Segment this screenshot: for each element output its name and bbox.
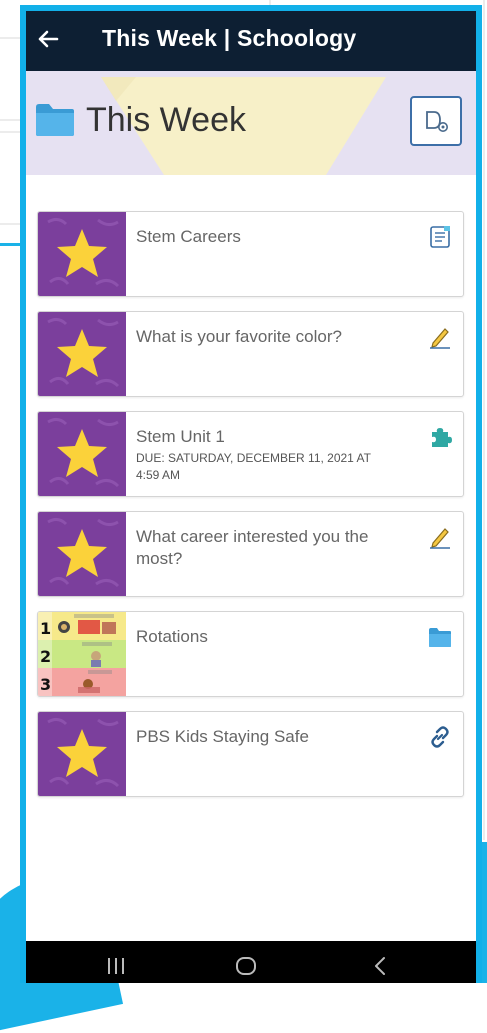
item-title[interactable]: Stem Careers <box>136 226 408 248</box>
recent-apps-icon[interactable] <box>106 957 126 975</box>
back-icon[interactable] <box>372 955 388 977</box>
folder-icon <box>429 628 451 647</box>
list-item[interactable]: Stem Unit 1 DUE: SATURDAY, DECEMBER 11, … <box>37 411 464 497</box>
back-arrow-icon[interactable] <box>36 27 60 51</box>
display-options-button[interactable] <box>410 96 462 146</box>
item-due-date: DUE: SATURDAY, DECEMBER 11, 2021 AT 4:59… <box>136 451 371 482</box>
list-item[interactable]: What career interested you the most? <box>37 511 464 597</box>
phone-screen: This Week | Schoology This Week Stem Car… <box>20 5 482 983</box>
item-title[interactable]: What is your favorite color? <box>136 326 408 348</box>
svg-text:3: 3 <box>40 675 51 694</box>
star-icon <box>47 217 120 288</box>
android-nav-bar <box>26 941 476 983</box>
list-item[interactable]: PBS Kids Staying Safe <box>37 711 464 797</box>
item-title[interactable]: Rotations <box>136 626 408 648</box>
document-icon <box>430 226 450 248</box>
item-title[interactable]: What career interested you the most? <box>136 526 408 570</box>
link-icon <box>431 726 449 748</box>
page-title: This Week <box>86 101 246 139</box>
item-thumbnail <box>38 312 126 396</box>
list-item[interactable]: Stem Careers <box>37 211 464 297</box>
item-thumbnail: 1 2 3 <box>38 612 126 696</box>
pencil-icon <box>430 328 450 349</box>
materials-list: Stem Careers What is your favorite color… <box>37 211 464 811</box>
rotations-chart-image: 1 2 3 <box>38 612 126 696</box>
star-icon <box>47 517 120 588</box>
app-titlebar: This Week | Schoology <box>26 11 476 71</box>
svg-text:2: 2 <box>40 647 51 666</box>
star-icon <box>47 717 120 788</box>
page-banner: This Week <box>26 71 476 175</box>
pencil-icon <box>430 528 450 549</box>
star-icon <box>47 417 120 488</box>
item-thumbnail <box>38 212 126 296</box>
item-title[interactable]: PBS Kids Staying Safe <box>136 726 408 748</box>
item-title[interactable]: Stem Unit 1 <box>136 426 408 448</box>
display-settings-icon <box>426 111 448 132</box>
home-icon[interactable] <box>234 955 258 977</box>
list-item[interactable]: What is your favorite color? <box>37 311 464 397</box>
item-thumbnail <box>38 412 126 496</box>
star-icon <box>47 317 120 388</box>
svg-text:1: 1 <box>40 619 51 638</box>
item-thumbnail <box>38 712 126 796</box>
app-title: This Week | Schoology <box>102 25 357 51</box>
list-item[interactable]: 1 2 3 Rotations <box>37 611 464 697</box>
folder-icon <box>36 104 74 136</box>
puzzle-icon <box>432 428 452 447</box>
item-thumbnail <box>38 512 126 596</box>
